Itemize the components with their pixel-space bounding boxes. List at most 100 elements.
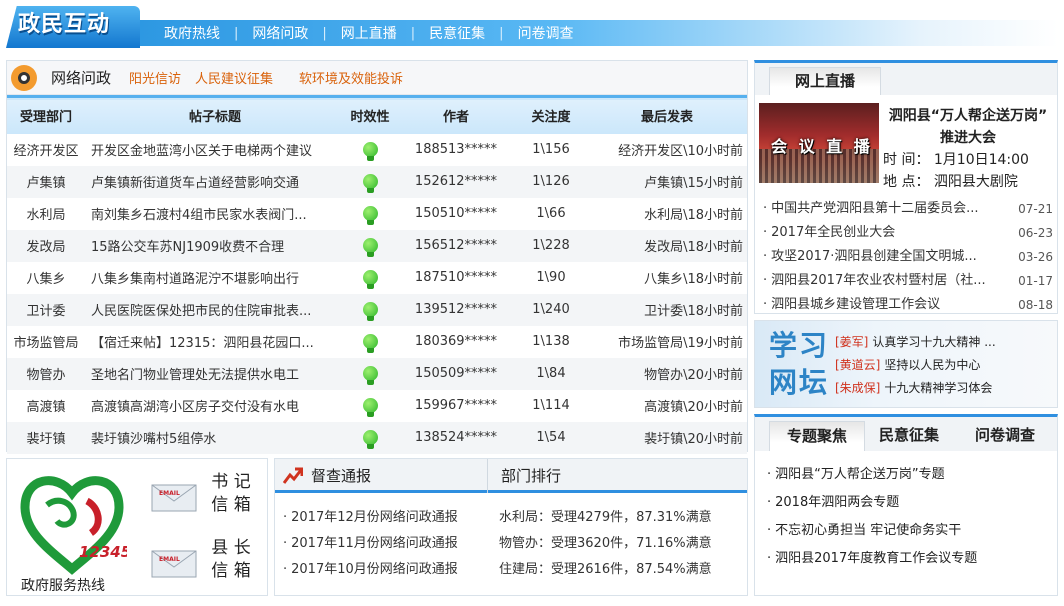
- tab-opinion-collection[interactable]: 民意征集: [879, 421, 939, 451]
- secretary-mailbox[interactable]: EMAIL 书 记 信 箱: [151, 469, 261, 523]
- list-item[interactable]: 泗阳县城乡建设管理工作会议 08-18: [763, 293, 1053, 317]
- ranking-item[interactable]: 物管办：受理3620件，71.16%满意: [499, 531, 712, 557]
- post-title-link[interactable]: 【宿迁来帖】12315：泗阳县花园口...: [85, 326, 339, 358]
- cell-last-post: 高渡镇\20小时前: [644, 400, 743, 415]
- ranking-item[interactable]: 水利局：受理4279件，87.31%满意: [499, 505, 712, 531]
- link-efficiency-complaint[interactable]: 软环境及效能投诉: [299, 68, 403, 87]
- cell-dept: 八集乡: [26, 272, 66, 287]
- study-forum-banner[interactable]: 学习 网坛 [姜军] 认真学习十九大精神 ... [黄道云] 坚持以人民为中心 [朱…: [754, 320, 1058, 408]
- cell-last-post: 水利局\18小时前: [644, 208, 743, 223]
- table-row[interactable]: 裴圩镇 裴圩镇沙嘴村5组停水 138524***** 1\54 裴圩镇\20小时…: [7, 421, 747, 454]
- bulletin-item[interactable]: 2017年12月份网络问政通报: [283, 505, 458, 531]
- list-item-title[interactable]: 2017年全民创业大会: [763, 221, 999, 245]
- cell-dept: 发改局: [26, 240, 66, 255]
- list-item-title[interactable]: 泗阳县2017年农业农村暨村居（社...: [763, 269, 999, 293]
- list-item[interactable]: 攻坚2017·泗阳县创建全国文明城... 03-26: [763, 245, 1053, 269]
- list-item[interactable]: 2017年全民创业大会 06-23: [763, 221, 1053, 245]
- table-row[interactable]: 物管办 圣地名门物业管理处无法提供水电工 150509***** 1\84 物管…: [7, 357, 747, 390]
- col-header-title: 帖子标题: [188, 110, 241, 126]
- list-item-title[interactable]: 攻坚2017·泗阳县创建全国文明城...: [763, 245, 999, 269]
- section-title[interactable]: 网络问政: [51, 67, 111, 88]
- bulletin-title-text: 督查通报: [311, 467, 372, 485]
- tab-live[interactable]: 网上直播: [769, 67, 881, 95]
- nav-item-hotline[interactable]: 政府热线: [150, 23, 234, 43]
- nav-item-live[interactable]: 网上直播: [327, 23, 411, 43]
- topic-item[interactable]: 不忘初心勇担当 牢记使命务实干: [767, 517, 977, 545]
- bulletin-header: 督查通报 部门排行: [275, 459, 747, 493]
- timeliness-cell: [339, 166, 401, 198]
- post-title-link[interactable]: 圣地名门物业管理处无法提供水电工: [85, 358, 339, 390]
- link-sunshine-petition[interactable]: 阳光信访: [129, 68, 181, 87]
- post-title-link[interactable]: 人民医院医保处把市民的住院审批表...: [85, 294, 339, 326]
- mail-envelope-icon: EMAIL: [151, 484, 197, 512]
- green-bulb-icon: [362, 270, 378, 289]
- post-title-link[interactable]: 高渡镇高湖湾小区房子交付没有水电: [85, 390, 339, 422]
- logo-text: 政民互动: [18, 12, 111, 37]
- cell-last-post: 卫计委\18小时前: [644, 304, 743, 319]
- conference-photo[interactable]: 会 议 直 播: [759, 103, 879, 183]
- cell-last-post: 经济开发区\10小时前: [618, 144, 743, 159]
- county-head-mailbox[interactable]: EMAIL 县 长 信 箱: [151, 535, 261, 589]
- green-bulb-icon: [362, 142, 378, 161]
- post-title-link[interactable]: 八集乡集南村道路泥泞不堪影响出行: [85, 262, 339, 294]
- forum-item[interactable]: [朱成保] 十九大精神学习体会: [835, 377, 996, 400]
- list-item[interactable]: 中国共产党泗阳县第十二届委员会... 07-21: [763, 197, 1053, 221]
- list-item-title[interactable]: 泗阳县城乡建设管理工作会议: [763, 293, 999, 317]
- hotline-emblem-icon[interactable]: 12345: [17, 471, 127, 579]
- table-row[interactable]: 卢集镇 卢集镇新街道货车占道经营影响交通 152612***** 1\126 卢…: [7, 165, 747, 198]
- bulletin-item[interactable]: 2017年10月份网络问政通报: [283, 557, 458, 583]
- forum-item[interactable]: [黄道云] 坚持以人民为中心: [835, 354, 996, 377]
- post-title-link[interactable]: 卢集镇新街道货车占道经营影响交通: [85, 166, 339, 198]
- table-row[interactable]: 高渡镇 高渡镇高湖湾小区房子交付没有水电 159967***** 1\114 高…: [7, 390, 747, 422]
- table-row[interactable]: 经济开发区 开发区金地蓝湾小区关于电梯两个建议 188513***** 1\15…: [7, 134, 747, 166]
- timeliness-cell: [339, 262, 401, 294]
- top-navigation: 政民互动 政府热线 | 网络问政 | 网上直播 | 民意征集 | 问卷调查: [0, 0, 1064, 52]
- post-title-link[interactable]: 裴圩镇沙嘴村5组停水: [85, 422, 339, 454]
- post-title-link[interactable]: 15路公交车苏NJ1909收费不合理: [85, 230, 339, 262]
- live-event-title[interactable]: 泗阳县“万人帮企送万岗” 推进大会: [883, 105, 1053, 149]
- nav-item-online-inquiry[interactable]: 网络问政: [238, 23, 322, 43]
- nav-item-survey[interactable]: 问卷调查: [504, 23, 588, 43]
- hotline-label[interactable]: 政府服务热线: [21, 575, 105, 595]
- list-item-title[interactable]: 中国共产党泗阳县第十二届委员会...: [763, 197, 999, 221]
- nav-item-opinion[interactable]: 民意征集: [415, 23, 499, 43]
- cell-attention: 1\54: [536, 430, 566, 445]
- cell-last-post: 八集乡\18小时前: [644, 272, 743, 287]
- cell-attention: 1\114: [532, 398, 570, 413]
- forum-logo-line: 网坛: [769, 366, 830, 399]
- posts-table: 受理部门 帖子标题 时效性 作者 关注度 最后发表 经济开发区 开发区金地蓝湾小…: [7, 95, 747, 454]
- topic-item[interactable]: 泗阳县“万人帮企送万岗”专题: [767, 461, 977, 489]
- bulletin-item[interactable]: 2017年11月份网络问政通报: [283, 531, 458, 557]
- post-title-link[interactable]: 开发区金地蓝湾小区关于电梯两个建议: [85, 134, 339, 166]
- tab-topic-focus[interactable]: 专题聚焦: [769, 421, 865, 451]
- cell-attention: 1\84: [536, 366, 566, 381]
- header-divider: [487, 459, 488, 493]
- table-row[interactable]: 水利局 南刘集乡石渡村4组市民家水表阀门... 150510***** 1\66…: [7, 198, 747, 230]
- list-item[interactable]: 泗阳县2017年农业农村暨村居（社... 01-17: [763, 269, 1053, 293]
- photo-caption: 会 议 直 播: [771, 137, 873, 156]
- link-people-suggestion[interactable]: 人民建议征集: [195, 68, 273, 87]
- cell-last-post: 物管办\20小时前: [644, 368, 743, 383]
- bulletin-title[interactable]: 督查通报: [283, 465, 371, 486]
- mailbox-label: 县 长 信 箱: [211, 537, 251, 583]
- table-row[interactable]: 卫计委 人民医院医保处把市民的住院审批表... 139512***** 1\24…: [7, 293, 747, 326]
- live-title-line: 推进大会: [940, 130, 996, 146]
- cell-last-post: 市场监管局\19小时前: [618, 336, 743, 351]
- cell-author: 180369*****: [414, 334, 498, 349]
- online-inquiry-panel: 网络问政 阳光信访 人民建议征集 软环境及效能投诉 受理部门 帖子标题 时效性 …: [6, 60, 748, 454]
- forum-item[interactable]: [姜军] 认真学习十九大精神 ...: [835, 331, 996, 354]
- tab-questionnaire[interactable]: 问卷调查: [975, 421, 1035, 451]
- table-row[interactable]: 市场监管局 【宿迁来帖】12315：泗阳县花园口... 180369***** …: [7, 326, 747, 358]
- ranking-title[interactable]: 部门排行: [501, 465, 561, 486]
- post-title-link[interactable]: 南刘集乡石渡村4组市民家水表阀门...: [85, 198, 339, 230]
- topic-item[interactable]: 泗阳县2017年度教育工作会议专题: [767, 545, 977, 573]
- forum-author-tag: [黄道云]: [835, 358, 881, 372]
- table-row[interactable]: 八集乡 八集乡集南村道路泥泞不堪影响出行 187510***** 1\90 八集…: [7, 262, 747, 294]
- table-row[interactable]: 发改局 15路公交车苏NJ1909收费不合理 156512***** 1\228…: [7, 229, 747, 262]
- green-bulb-icon: [362, 398, 378, 417]
- topic-item[interactable]: 2018年泗阳两会专题: [767, 489, 977, 517]
- cell-dept: 裴圩镇: [26, 432, 66, 447]
- ranking-item[interactable]: 住建局：受理2616件，87.54%满意: [499, 557, 712, 583]
- green-bulb-icon: [362, 206, 378, 225]
- forum-item-text: 认真学习十九大精神 ...: [872, 335, 996, 349]
